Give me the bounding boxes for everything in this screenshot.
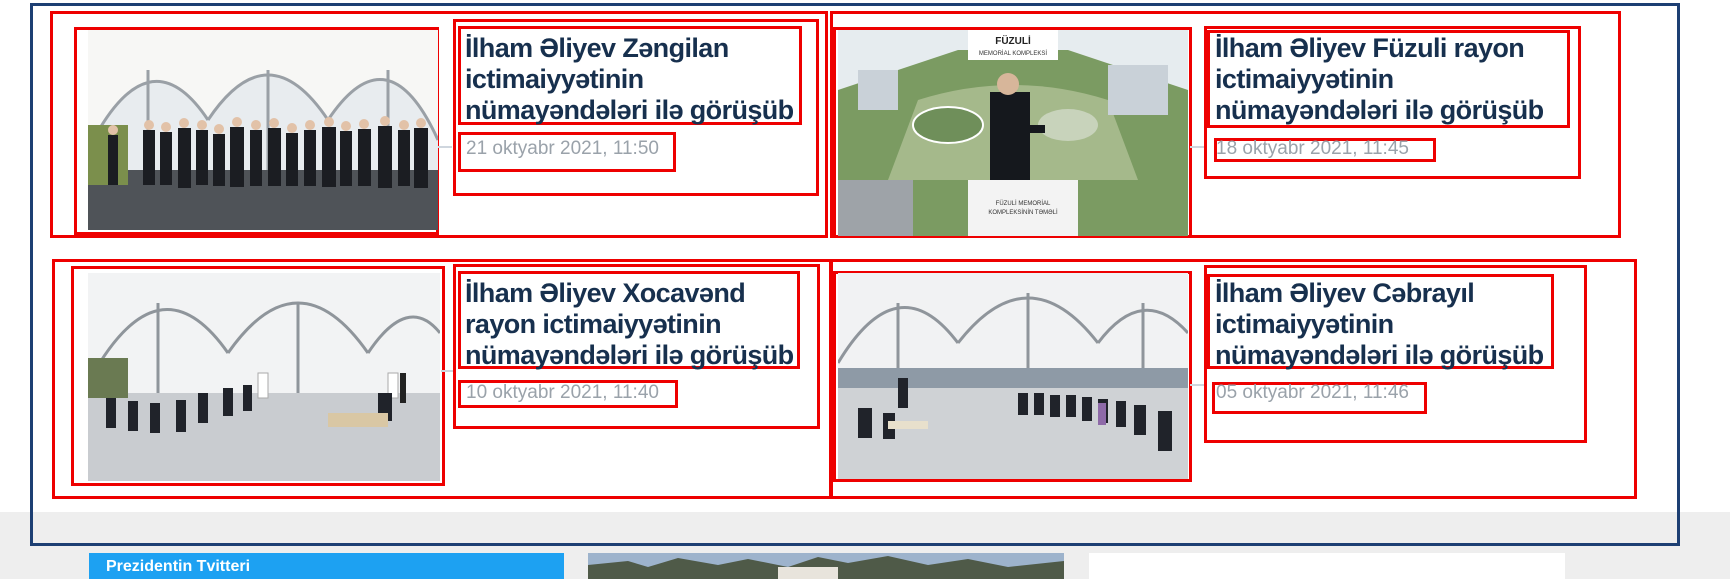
twitter-widget[interactable]: Prezidentin Tvitteri bbox=[89, 553, 564, 579]
news-title[interactable]: İlham Əliyev Zəngilan ictimaiyyətinin nü… bbox=[465, 33, 815, 126]
news-photo[interactable] bbox=[88, 30, 438, 230]
tent-meeting-seated-photo bbox=[88, 273, 440, 481]
news-photo[interactable]: FÜZULİ MEMORİAL KOMPLEKSİ FÜZULİ MEMORİA… bbox=[838, 30, 1188, 236]
news-date: 10 oktyabr 2021, 11:40 bbox=[466, 382, 659, 403]
news-title[interactable]: İlham Əliyev Xocavənd rayon ictimaiyyəti… bbox=[465, 278, 815, 371]
svg-text:KOMPLEKSİNİN TƏMƏLİ: KOMPLEKSİNİN TƏMƏLİ bbox=[988, 209, 1058, 216]
news-photo[interactable] bbox=[838, 273, 1188, 479]
tent-meeting-photo bbox=[88, 30, 438, 230]
connector-line bbox=[438, 146, 452, 148]
news-photo[interactable] bbox=[88, 273, 440, 481]
memorial-photo: FÜZULİ MEMORİAL KOMPLEKSİ FÜZULİ MEMORİA… bbox=[838, 30, 1188, 236]
news-title[interactable]: İlham Əliyev Füzuli rayon ictimaiyyətini… bbox=[1215, 33, 1575, 126]
svg-text:MEMORİAL KOMPLEKSİ: MEMORİAL KOMPLEKSİ bbox=[979, 50, 1047, 57]
bottom-white-card bbox=[1089, 553, 1565, 579]
connector-line bbox=[1190, 384, 1204, 386]
tent-meeting-wide-photo bbox=[838, 273, 1188, 479]
bottom-photo bbox=[588, 553, 1064, 579]
svg-text:FÜZULİ MEMORİAL: FÜZULİ MEMORİAL bbox=[996, 200, 1051, 207]
news-date: 21 oktyabr 2021, 11:50 bbox=[466, 138, 659, 159]
news-date: 05 oktyabr 2021, 11:46 bbox=[1216, 382, 1409, 403]
news-date: 18 oktyabr 2021, 11:45 bbox=[1216, 138, 1409, 159]
svg-text:FÜZULİ: FÜZULİ bbox=[995, 34, 1031, 47]
twitter-widget-title: Prezidentin Tvitteri bbox=[106, 558, 251, 575]
news-title[interactable]: İlham Əliyev Cəbrayıl ictimaiyyətinin nü… bbox=[1215, 278, 1565, 371]
bottom-photo-card[interactable] bbox=[588, 553, 1064, 579]
connector-line bbox=[441, 370, 453, 372]
connector-line bbox=[1190, 146, 1204, 148]
